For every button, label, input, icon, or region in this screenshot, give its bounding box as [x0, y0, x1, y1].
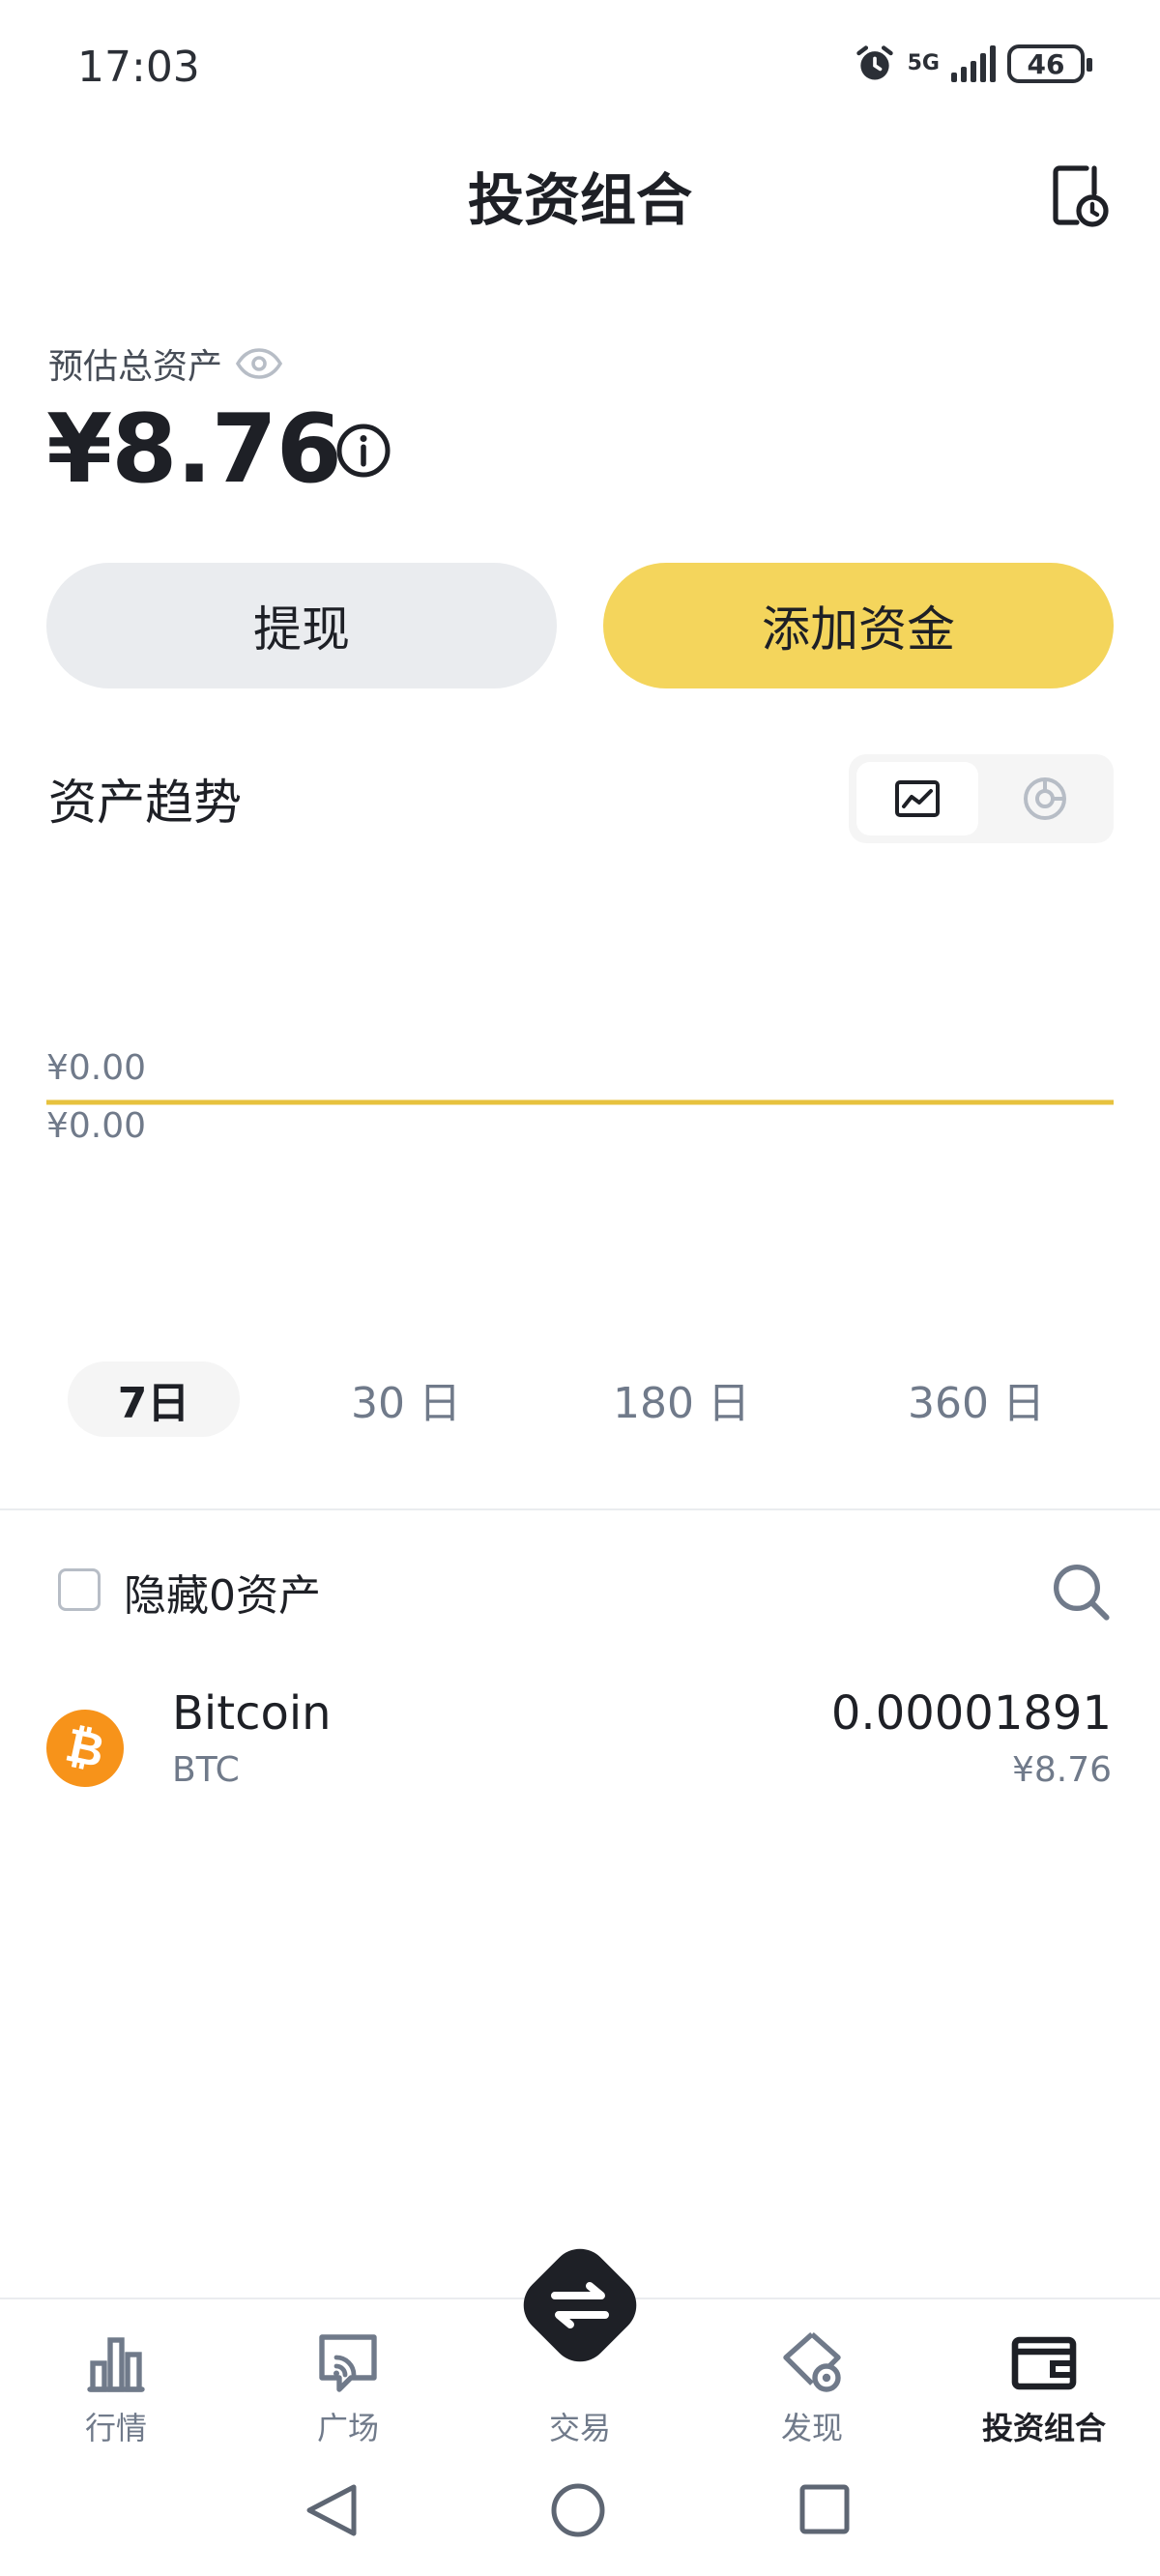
asset-symbol: BTC [172, 1750, 240, 1790]
status-icons: 5G 46 [854, 43, 1092, 85]
square-icon [319, 2334, 377, 2392]
info-icon[interactable] [334, 422, 392, 480]
range-tab-7d[interactable]: 7日 [68, 1361, 240, 1437]
y-label-bottom: ¥0.00 [46, 1106, 146, 1146]
pie-chart-toggle[interactable] [984, 762, 1106, 835]
range-tab-30d[interactable]: 30 日 [329, 1361, 483, 1437]
asset-amount: 0.00001891 [830, 1686, 1112, 1741]
market-icon [87, 2337, 145, 2392]
trade-fab-button[interactable] [505, 2230, 655, 2381]
history-icon [1053, 165, 1109, 227]
nav-label-square: 广场 [316, 2410, 379, 2446]
nav-portfolio[interactable]: 投资组合 [947, 2328, 1141, 2448]
search-icon [1054, 1565, 1110, 1621]
nav-label-portfolio: 投资组合 [981, 2410, 1106, 2446]
asset-fiat-value: ¥8.76 [1011, 1750, 1112, 1790]
nav-square[interactable]: 广场 [251, 2328, 445, 2448]
trade-icon [523, 2248, 637, 2362]
y-label-top: ¥0.00 [46, 1048, 146, 1088]
chart-view-toggle [849, 754, 1114, 843]
asset-name[interactable]: Bitcoin [172, 1686, 332, 1741]
network-type: 5G [907, 51, 940, 75]
trend-title: 资产趋势 [48, 775, 242, 831]
balance-label: 预估总资产 [48, 338, 283, 389]
wallet-icon [1011, 2336, 1077, 2390]
discover-icon [783, 2331, 841, 2392]
nav-discover[interactable]: 发现 [715, 2328, 909, 2448]
battery-level: 46 [1027, 47, 1065, 80]
back-icon[interactable] [306, 2484, 357, 2536]
balance-label-text: 预估总资产 [48, 347, 223, 387]
home-icon[interactable] [551, 2483, 605, 2537]
bitcoin-icon: ₿ [39, 1702, 131, 1795]
page-title: 投资组合 [467, 167, 692, 233]
system-navigation [306, 2483, 850, 2537]
section-divider [0, 1508, 1160, 1510]
alarm-icon [856, 45, 893, 80]
pie-chart-icon [1024, 777, 1066, 820]
nav-market[interactable]: 行情 [19, 2328, 213, 2448]
balance-value: ¥8.76 [46, 395, 342, 505]
search-button[interactable] [1050, 1561, 1112, 1623]
withdraw-button[interactable]: 提现 [46, 563, 557, 688]
hide-zero-checkbox[interactable] [58, 1568, 101, 1611]
line-chart-icon [895, 780, 940, 817]
hide-zero-label[interactable]: 隐藏0资产 [124, 1561, 321, 1623]
range-tab-360d[interactable]: 360 日 [899, 1361, 1054, 1437]
nav-label-trade: 交易 [548, 2410, 611, 2446]
battery-icon: 46 [1007, 44, 1092, 83]
recents-icon[interactable] [799, 2484, 850, 2534]
eye-icon[interactable] [236, 348, 283, 379]
asset-trend-chart: ¥0.00 ¥0.00 [46, 1048, 1114, 1146]
line-chart-toggle[interactable] [856, 762, 978, 835]
history-button[interactable] [1048, 162, 1110, 228]
nav-label-market: 行情 [84, 2410, 147, 2446]
signal-icon [951, 45, 996, 82]
nav-label-discover: 发现 [780, 2410, 843, 2446]
range-tab-180d[interactable]: 180 日 [599, 1361, 764, 1437]
status-time: 17:03 [77, 43, 200, 92]
deposit-button[interactable]: 添加资金 [603, 563, 1114, 688]
